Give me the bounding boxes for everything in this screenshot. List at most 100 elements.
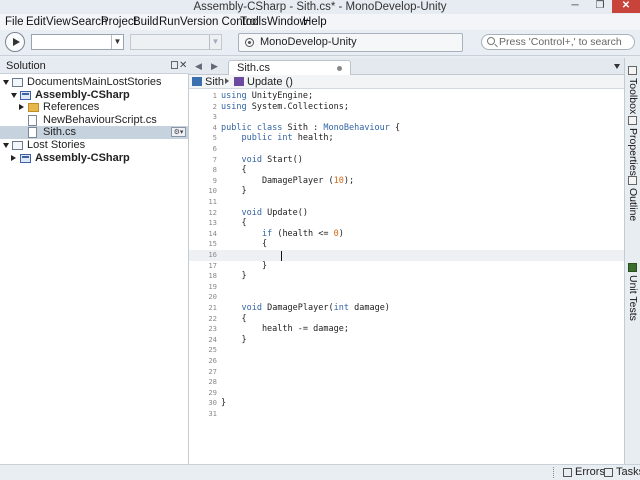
properties-icon (628, 116, 637, 125)
code-line[interactable]: { (221, 313, 247, 325)
code-line[interactable]: public int health; (221, 133, 334, 144)
tree-item[interactable]: DocumentsMainLostStories (0, 76, 188, 89)
line-number: 1 (212, 91, 217, 100)
code-line[interactable]: void Start() (221, 154, 302, 166)
close-pane-icon[interactable]: ✕ (179, 58, 187, 73)
menu-project[interactable]: Project (101, 14, 137, 30)
close-button[interactable]: ✕ (612, 0, 640, 13)
code-line[interactable]: } (221, 398, 226, 409)
errors-pad-button[interactable]: Errors (563, 465, 605, 480)
dock-unit-tests[interactable]: Unit Tests (625, 263, 640, 323)
code-line[interactable]: using UnityEngine; (221, 91, 313, 102)
code-line[interactable]: void Update() (221, 208, 308, 219)
tab-label: Sith.cs (237, 62, 271, 74)
code-line[interactable]: void DamagePlayer(int damage) (221, 303, 389, 314)
code-number: 10 (333, 175, 344, 186)
tab-sith-cs[interactable]: Sith.cs (228, 60, 351, 75)
code-keyword: int (333, 303, 349, 313)
line-number: 9 (212, 175, 217, 185)
pin-icon[interactable] (171, 61, 178, 69)
tree-item-label: DocumentsMainLostStories (27, 76, 162, 88)
tab-scroll-right-icon[interactable]: ▶ (211, 58, 218, 74)
tree-item[interactable]: NewBehaviourScript.cs (0, 114, 188, 127)
code-text: { (221, 313, 247, 324)
tree-item[interactable]: References (0, 101, 188, 114)
code-keyword: public class (221, 122, 283, 133)
menu-run[interactable]: Run (159, 14, 180, 30)
menu-tools[interactable]: Tools (240, 14, 267, 30)
dock-toolbox[interactable]: Toolbox (625, 66, 640, 114)
item-options-gear-icon[interactable]: ⚙▾ (171, 127, 186, 138)
expander-open-icon[interactable] (3, 80, 9, 85)
code-line[interactable]: DamagePlayer (10); (221, 176, 354, 187)
search-icon (487, 37, 495, 45)
tree-item[interactable]: Assembly-CSharp (0, 89, 188, 102)
menu-help[interactable]: Help (303, 14, 327, 30)
tab-scroll-left-icon[interactable]: ◀ (195, 58, 202, 74)
code-line[interactable]: using System.Collections; (221, 102, 349, 113)
code-text: DamagePlayer ( (221, 175, 334, 186)
expander-open-icon[interactable] (11, 92, 17, 98)
document-tab-strip: ◀ ▶ Sith.cs (189, 58, 624, 75)
menu-window[interactable]: Window (267, 14, 308, 30)
code-text: health; (292, 133, 334, 144)
restore-button[interactable]: ❐ (589, 0, 611, 13)
dock-document-outline[interactable]: Document Outline (625, 176, 640, 266)
menu-view[interactable]: View (46, 14, 71, 30)
minimize-button[interactable]: ─ (564, 0, 586, 13)
code-line[interactable]: public class Sith : MonoBehaviour { (221, 123, 400, 134)
tasks-pad-button[interactable]: Tasks (604, 465, 640, 480)
code-keyword: void (241, 154, 262, 165)
code-line[interactable]: { (221, 218, 247, 229)
window-title: Assembly-CSharp - Sith.cs* - MonoDevelop… (193, 1, 447, 13)
code-line[interactable]: } (221, 261, 267, 272)
menu-build[interactable]: Build (133, 14, 159, 30)
tab-list-dropdown-icon[interactable] (614, 64, 620, 69)
tree-item-label: Lost Stories (27, 139, 86, 151)
expander-closed-icon[interactable] (11, 154, 16, 161)
path-class[interactable]: Sith (205, 75, 224, 89)
project-icon (20, 90, 31, 100)
line-number: 25 (208, 345, 217, 355)
code-editor: ◀ ▶ Sith.cs Sith Update () 1 using UnityE… (189, 58, 624, 464)
code-line[interactable]: { (221, 239, 267, 250)
path-separator-icon (225, 78, 229, 84)
code-line[interactable]: { (221, 165, 246, 176)
code-line[interactable]: } (221, 335, 246, 346)
dock-label: Document Outline (627, 188, 639, 222)
code-text: Update() (261, 207, 309, 218)
path-member[interactable]: Update () (247, 75, 293, 89)
outline-icon (628, 176, 637, 185)
line-number: 22 (208, 313, 217, 323)
code-text: } (221, 186, 247, 197)
tab-close-icon[interactable] (337, 66, 342, 71)
dock-properties[interactable]: Properties (625, 116, 640, 176)
code-text: } (221, 398, 227, 409)
search-box[interactable] (481, 34, 635, 50)
play-icon (13, 38, 20, 46)
run-button[interactable] (5, 32, 25, 52)
tree-item[interactable]: Sith.cs ⚙▾ (0, 126, 188, 140)
code-line[interactable]: } (221, 271, 246, 282)
menu-file[interactable]: File (5, 14, 24, 30)
tree-item[interactable]: Assembly-CSharp (0, 152, 188, 165)
line-number: 14 (208, 228, 217, 238)
platform-combo[interactable]: ▼ (130, 34, 222, 50)
code-text: { (221, 218, 247, 229)
tree-item[interactable]: Lost Stories (0, 139, 188, 152)
line-number: 26 (208, 356, 217, 365)
expander-closed-icon[interactable] (19, 104, 24, 111)
search-input[interactable] (499, 35, 631, 49)
line-number: 16 (208, 250, 217, 259)
expander-open-icon[interactable] (3, 143, 9, 148)
code-line[interactable]: health -= damage; (221, 324, 349, 335)
code-keyword: void (241, 207, 262, 218)
code-line[interactable]: if (health <= 0) (221, 229, 344, 240)
code-line[interactable]: } (221, 186, 247, 197)
tasks-icon (604, 468, 613, 477)
line-number: 10 (208, 186, 217, 196)
code-keyword: public int (241, 133, 293, 144)
configuration-combo[interactable]: ▼ (31, 34, 124, 50)
tasks-label: Tasks (616, 466, 640, 478)
menu-edit[interactable]: Edit (26, 14, 46, 30)
